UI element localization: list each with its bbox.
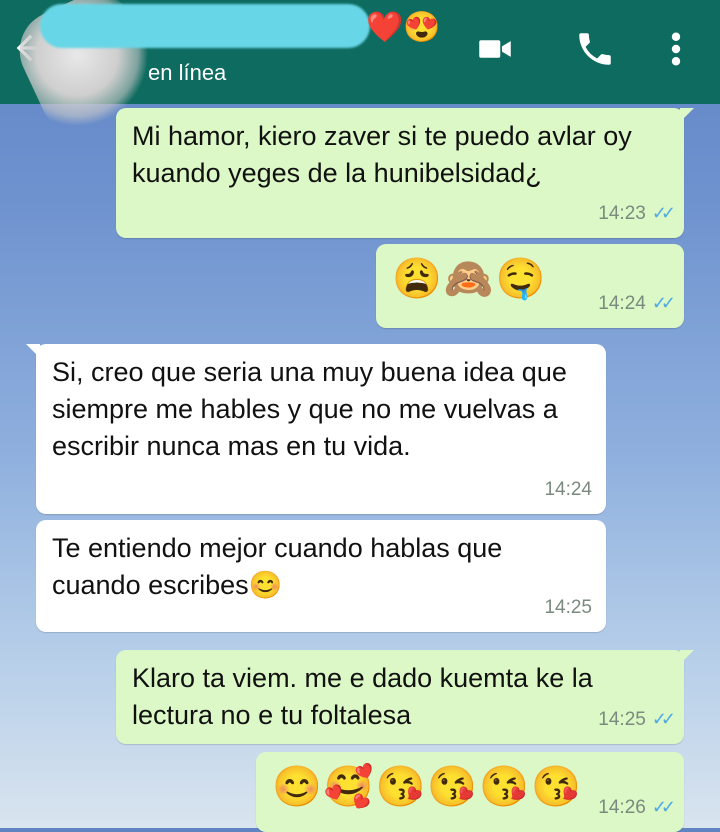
video-call-icon[interactable] bbox=[474, 28, 516, 75]
message-meta: 14:23 ✓✓ bbox=[598, 195, 676, 232]
message-meta: 14:25 ✓✓ bbox=[598, 701, 676, 738]
bubble-tail bbox=[26, 344, 40, 358]
message-bubble-incoming[interactable]: Si, creo que seria una muy buena idea qu… bbox=[26, 344, 606, 514]
message-bubble-incoming[interactable]: Te entiendo mejor cuando hablas que cuan… bbox=[36, 520, 606, 632]
contact-name-emojis: ❤️😍 bbox=[366, 11, 441, 44]
read-ticks-icon: ✓✓ bbox=[651, 203, 676, 223]
message-time: 14:24 bbox=[544, 479, 592, 500]
message-time: 14:26 bbox=[598, 797, 646, 818]
read-ticks-icon: ✓✓ bbox=[651, 293, 676, 313]
message-text: Te entiendo mejor cuando hablas que cuan… bbox=[52, 533, 503, 600]
message-time: 14:25 bbox=[544, 597, 592, 618]
message-text: Si, creo que seria una muy buena idea qu… bbox=[52, 357, 567, 461]
message-time: 14:23 bbox=[598, 203, 646, 224]
message-time: 14:25 bbox=[598, 709, 646, 730]
message-text: Klaro ta viem. me e dado kuemta ke la le… bbox=[132, 663, 593, 730]
chat-header: ❤️😍 en línea bbox=[0, 0, 720, 148]
message-meta: 14:24 bbox=[544, 471, 592, 508]
bubble-tail bbox=[680, 650, 694, 664]
message-text: Mi hamor, kiero zaver si te puedo avlar … bbox=[132, 121, 632, 188]
phone-icon[interactable] bbox=[574, 28, 616, 75]
contact-name-redacted[interactable] bbox=[40, 4, 370, 48]
bubble-tail bbox=[680, 108, 694, 122]
online-status: en línea bbox=[148, 60, 227, 85]
more-vert-icon[interactable] bbox=[666, 28, 686, 75]
message-meta: 14:26 ✓✓ bbox=[598, 789, 676, 826]
message-bubble-outgoing[interactable]: 😩🙈🤤 14:24 ✓✓ bbox=[376, 244, 684, 328]
read-ticks-icon: ✓✓ bbox=[651, 797, 676, 817]
message-bubble-outgoing[interactable]: 😊🥰😘😘😘😘 14:26 ✓✓ bbox=[256, 752, 684, 832]
message-time: 14:24 bbox=[598, 293, 646, 314]
message-meta: 14:25 bbox=[544, 589, 592, 626]
message-bubble-outgoing[interactable]: Klaro ta viem. me e dado kuemta ke la le… bbox=[116, 650, 694, 744]
message-meta: 14:24 ✓✓ bbox=[598, 285, 676, 322]
message-bubble-outgoing[interactable]: Mi hamor, kiero zaver si te puedo avlar … bbox=[116, 108, 694, 238]
read-ticks-icon: ✓✓ bbox=[651, 709, 676, 729]
